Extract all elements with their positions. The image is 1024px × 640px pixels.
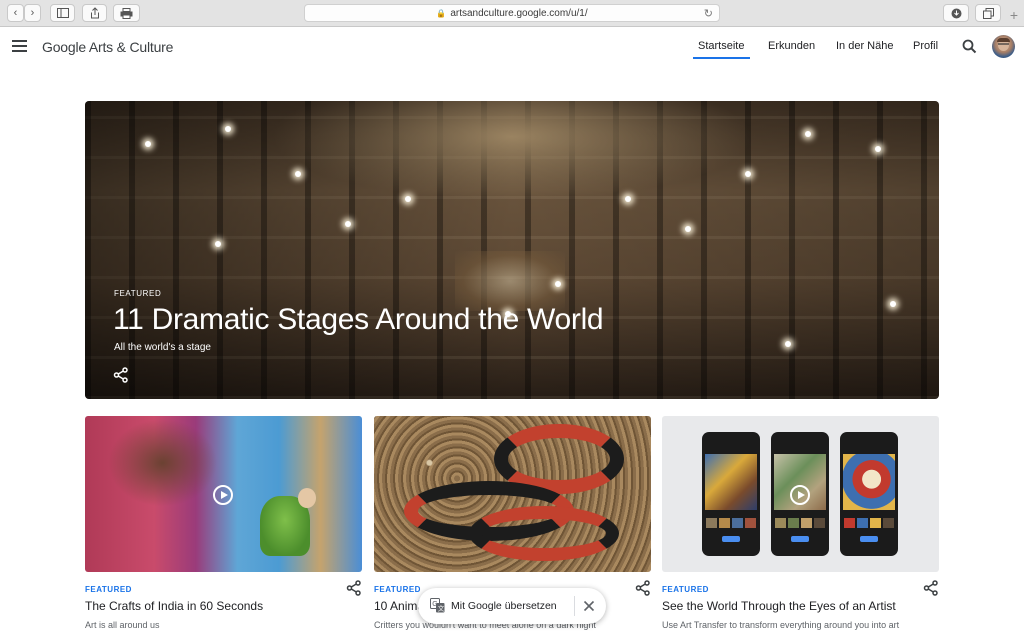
phone-button xyxy=(722,536,740,542)
forward-button[interactable]: › xyxy=(24,4,41,22)
phone-screen xyxy=(843,454,895,510)
hero-light xyxy=(225,126,231,132)
share-button[interactable] xyxy=(82,4,107,22)
address-bar[interactable]: 🔒 artsandculture.google.com/u/1/ ↻ xyxy=(304,4,720,22)
share-icon xyxy=(90,7,99,19)
hero-eyebrow: FEATURED xyxy=(114,289,162,298)
downloads-button[interactable] xyxy=(943,4,969,22)
play-icon[interactable] xyxy=(213,485,233,505)
card-thumbnail[interactable] xyxy=(374,416,651,572)
hero-light xyxy=(555,281,561,287)
share-icon[interactable] xyxy=(113,367,129,383)
card-title[interactable]: The Crafts of India in 60 Seconds xyxy=(85,599,263,613)
share-icon[interactable] xyxy=(346,580,362,596)
translate-toast: G文 Mit Google übersetzen xyxy=(418,588,606,624)
sidebar-icon xyxy=(56,8,69,18)
story-card[interactable]: FEATURED See the World Through the Eyes … xyxy=(662,416,939,640)
hero-title[interactable]: 11 Dramatic Stages Around the World xyxy=(113,303,604,337)
card-description: Use Art Transfer to transform everything… xyxy=(662,620,900,630)
phone-button xyxy=(791,536,809,542)
hero-light xyxy=(215,241,221,247)
phone-strip xyxy=(844,518,894,528)
phone-screen xyxy=(705,454,757,510)
phone-button xyxy=(860,536,878,542)
play-icon[interactable] xyxy=(790,485,810,505)
phone-strip xyxy=(775,518,825,528)
translate-label[interactable]: Mit Google übersetzen xyxy=(451,600,557,612)
share-icon[interactable] xyxy=(635,580,651,596)
hero-overlay xyxy=(85,101,939,399)
card-title[interactable]: See the World Through the Eyes of an Art… xyxy=(662,599,896,613)
hero-light xyxy=(625,196,631,202)
hero-light xyxy=(685,226,691,232)
card-thumbnail[interactable] xyxy=(85,416,362,572)
card-eyebrow: FEATURED xyxy=(662,585,709,594)
browser-toolbar: ‹ › 🔒 artsandculture.google.com/u/1/ ↻ + xyxy=(0,0,1024,27)
hamburger-icon[interactable] xyxy=(12,40,27,52)
url-text: artsandculture.google.com/u/1/ xyxy=(450,7,588,19)
phone-strip xyxy=(706,518,756,528)
back-button[interactable]: ‹ xyxy=(7,4,24,22)
hero-light xyxy=(785,341,791,347)
story-card[interactable]: FEATURED The Crafts of India in 60 Secon… xyxy=(85,416,362,640)
toast-divider xyxy=(574,596,575,616)
download-icon xyxy=(951,8,961,18)
print-icon xyxy=(120,7,133,19)
active-tab-indicator xyxy=(693,57,750,59)
hero-light xyxy=(405,196,411,202)
phone-mockup xyxy=(840,432,898,556)
forward-icon: › xyxy=(30,7,35,19)
translate-icon[interactable]: G文 xyxy=(430,598,445,613)
hero-light xyxy=(890,301,896,307)
nav-startseite[interactable]: Startseite xyxy=(698,40,744,52)
share-icon[interactable] xyxy=(923,580,939,596)
hero-light xyxy=(745,171,751,177)
new-tab-button[interactable]: + xyxy=(1004,4,1024,26)
svg-text:文: 文 xyxy=(438,604,445,613)
hero-light xyxy=(145,141,151,147)
back-icon: ‹ xyxy=(13,7,18,19)
phone-mockup xyxy=(702,432,760,556)
card-figure-head xyxy=(298,488,316,508)
hero-light xyxy=(345,221,351,227)
tabs-icon xyxy=(982,7,994,19)
card-thumbnail[interactable] xyxy=(662,416,939,572)
print-button[interactable] xyxy=(113,4,140,22)
app-header: Google Arts & Culture Startseite Erkunde… xyxy=(0,27,1024,67)
sidebar-button[interactable] xyxy=(50,4,75,22)
hero-subtitle: All the world's a stage xyxy=(114,342,211,353)
nav-profil[interactable]: Profil xyxy=(913,40,938,52)
card-eyebrow: FEATURED xyxy=(85,585,132,594)
card-snake xyxy=(469,506,619,561)
lock-icon: 🔒 xyxy=(436,8,447,18)
hero-light xyxy=(875,146,881,152)
nav-in-der-naehe[interactable]: In der Nähe xyxy=(836,40,893,52)
card-eyebrow: FEATURED xyxy=(374,585,421,594)
close-icon[interactable] xyxy=(582,599,596,613)
avatar[interactable] xyxy=(992,35,1015,58)
hero-light xyxy=(805,131,811,137)
tabs-overview-button[interactable] xyxy=(975,4,1001,22)
logo[interactable]: Google Arts & Culture xyxy=(42,39,173,55)
search-icon[interactable] xyxy=(962,39,977,54)
reload-icon[interactable]: ↻ xyxy=(704,7,713,20)
nav-erkunden[interactable]: Erkunden xyxy=(768,40,815,52)
hero-banner[interactable]: FEATURED 11 Dramatic Stages Around the W… xyxy=(85,101,939,399)
card-description: Art is all around us xyxy=(85,620,160,630)
hero-light xyxy=(295,171,301,177)
